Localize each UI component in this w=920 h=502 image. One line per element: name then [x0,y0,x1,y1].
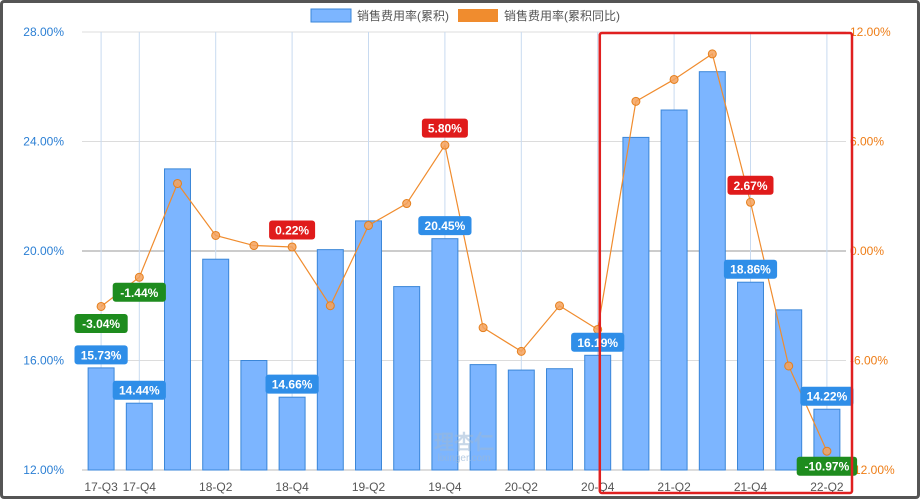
bar [698,71,726,471]
bar-data-label: 14.44% [119,384,160,398]
y-right-tick-label: 0.00% [850,244,884,258]
bar-data-label: 20.45% [425,219,466,233]
y-left-tick-label: 28.00% [23,25,64,39]
legend-swatch-bar [310,8,352,23]
line-data-label: -10.97% [805,460,850,474]
line-point [402,199,412,209]
line-data-label: 5.80% [428,122,462,136]
bar [393,286,421,471]
line-point [746,197,755,207]
x-tick-label: 18-Q4 [275,480,309,494]
bar [584,354,612,471]
bar-data-label: 15.73% [81,348,122,362]
legend-label-line: 销售费用率(累积同比) [504,8,620,23]
line-point [96,301,106,311]
line-data-label: 2.67% [733,179,767,193]
line-point [364,220,373,230]
x-tick-label: 19-Q2 [352,480,386,494]
line-point [478,323,488,333]
line-point [555,301,564,311]
bar [507,369,535,471]
line-data-label: -1.44% [120,286,158,300]
watermark-logo: 理杏仁 [434,430,494,454]
chart-svg: 12.00%16.00%20.00%24.00%28.00%-12.00%-6.… [23,8,895,495]
bar [775,309,803,471]
bar-data-label: 18.86% [730,263,771,277]
bar [737,281,764,471]
bar [660,109,688,471]
line-point [325,301,335,311]
y-right-tick-label: -6.00% [850,354,888,368]
line-point [134,272,144,282]
bar [202,258,230,471]
bar-data-label: 14.66% [272,378,313,392]
y-left-tick-label: 20.00% [23,244,64,258]
watermark-url: lixinger.com [438,453,491,464]
bar [546,368,573,471]
y-right-tick-label: 6.00% [850,135,884,149]
line-point [631,96,641,106]
y-right-tick-label: 12.00% [850,25,891,39]
line-point [516,346,526,356]
bar [240,360,268,471]
legend-label-bar: 销售费用率(累积) [357,8,449,23]
bar [87,367,115,471]
bar-data-label: 14.22% [807,390,848,404]
x-tick-label: 20-Q2 [505,480,539,494]
line-data-label: -3.04% [82,317,120,331]
line-point [173,178,182,188]
line-point [784,361,794,371]
chart-frame: 12.00% 16.00% 20.00% 24.00% 28.00% -12.00% -6.… [0,0,920,499]
x-tick-label: 18-Q2 [199,480,233,494]
y-left-tick-label: 24.00% [23,135,64,149]
bar [316,249,344,471]
line-point [440,140,450,150]
line-point [822,446,832,456]
line-point [249,241,259,251]
legend-swatch-line [458,9,498,22]
bar-data-label: 16.19% [577,336,618,350]
bar [622,136,650,471]
y-left-tick-label: 16.00% [23,354,64,368]
y-left-tick-label: 12.00% [23,463,64,477]
x-tick-label: 19-Q4 [428,480,462,494]
bar [355,220,382,471]
x-tick-label: 17-Q4 [123,480,157,494]
line-data-label: 0.22% [275,223,309,237]
bar [125,402,153,471]
bar [278,396,306,471]
line-point [287,242,297,252]
line-point [669,74,679,84]
bar [164,168,191,471]
line-point [211,230,221,240]
x-tick-label: 17-Q3 [84,480,118,494]
line-point [707,49,717,59]
